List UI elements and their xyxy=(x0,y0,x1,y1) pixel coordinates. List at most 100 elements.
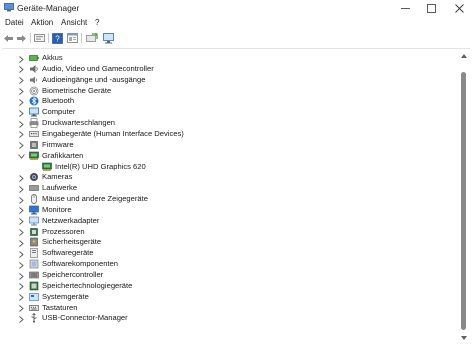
chevron-down-icon[interactable] xyxy=(17,153,25,161)
tree-item[interactable]: Kameras xyxy=(2,172,457,183)
chevron-right-icon[interactable] xyxy=(17,196,25,204)
speaker-icon xyxy=(29,64,39,74)
maximize-icon xyxy=(426,3,436,13)
chevron-right-icon[interactable] xyxy=(17,185,25,193)
chevron-right-icon[interactable] xyxy=(17,174,25,182)
tree-item-label: Druckwarteschlangen xyxy=(42,118,116,128)
chevron-right-icon[interactable] xyxy=(17,131,25,139)
tree-item[interactable]: Audioeingänge und -ausgänge xyxy=(2,75,457,86)
update-driver-button[interactable] xyxy=(85,32,98,44)
forward-icon xyxy=(17,34,26,42)
scan-hardware-button[interactable] xyxy=(103,32,116,44)
tree-item-label: Audio, Video und Gamecontroller xyxy=(42,63,154,73)
tree-item-label: Kameras xyxy=(42,172,73,182)
chevron-right-icon[interactable] xyxy=(17,250,25,258)
tree-item[interactable]: Tastaturen xyxy=(2,303,457,314)
tree-item-label: Sicherheitsgeräte xyxy=(42,237,102,247)
chevron-right-icon[interactable] xyxy=(17,305,25,313)
tree-item[interactable]: Eingabegeräte (Human Interface Devices) xyxy=(2,129,457,140)
chevron-right-icon[interactable] xyxy=(17,261,25,269)
chevron-right-icon[interactable] xyxy=(17,109,25,117)
chevron-right-icon[interactable] xyxy=(17,98,25,106)
forward-button[interactable] xyxy=(15,32,28,44)
chevron-right-icon[interactable] xyxy=(17,77,25,85)
tree-item[interactable]: Laufwerke xyxy=(2,183,457,194)
menu-bar: Datei Aktion Ansicht ? xyxy=(0,16,474,30)
scan-hardware-icon xyxy=(103,32,114,43)
tree-item-label: Speichertechnologiegeräte xyxy=(42,280,133,290)
security-icon xyxy=(29,237,39,247)
chevron-up-icon xyxy=(460,54,467,58)
scroll-thumb[interactable] xyxy=(461,72,466,330)
tree-item-child[interactable]: Intel(R) UHD Graphics 620 xyxy=(2,162,457,173)
tree-item[interactable]: Softwaregeräte xyxy=(2,248,457,259)
tree-item-label: Firmware xyxy=(42,139,74,149)
tree-item[interactable]: Systemgeräte xyxy=(2,292,457,303)
bluetooth-icon xyxy=(29,96,39,106)
tree-item-label: USB-Connector-Manager xyxy=(42,313,128,323)
chevron-right-icon[interactable] xyxy=(17,142,25,150)
software-device-icon xyxy=(29,248,39,259)
chevron-right-icon[interactable] xyxy=(17,55,25,63)
scroll-up-button[interactable] xyxy=(459,52,468,60)
chevron-right-icon[interactable] xyxy=(17,88,25,96)
menu-datei[interactable]: Datei xyxy=(5,18,24,27)
tree-item[interactable]: USB-Connector-Manager xyxy=(2,313,457,324)
menu-ansicht[interactable]: Ansicht xyxy=(61,18,87,27)
show-hidden-button[interactable] xyxy=(33,32,46,44)
tree-item[interactable]: Softwarekomponenten xyxy=(2,259,457,270)
chevron-right-icon[interactable] xyxy=(17,218,25,226)
tree-item[interactable]: Monitore xyxy=(2,205,457,216)
tree-item[interactable]: Akkus xyxy=(2,53,457,64)
tree-item[interactable]: Sicherheitsgeräte xyxy=(2,237,457,248)
menu-help[interactable]: ? xyxy=(95,18,99,27)
tree-item-label: Prozessoren xyxy=(42,226,85,236)
properties-button[interactable] xyxy=(66,32,79,44)
minimize-button[interactable] xyxy=(392,0,418,16)
menu-aktion[interactable]: Aktion xyxy=(31,18,53,27)
tree-item[interactable]: Speichertechnologiegeräte xyxy=(2,281,457,292)
device-tree[interactable]: Akkus Audio, Video und Gamecontroller Audi… xyxy=(2,48,470,344)
printer-icon xyxy=(29,118,39,128)
tree-item-label: Netzwerkadapter xyxy=(42,215,100,225)
tree-item[interactable]: Mäuse und andere Zeigegeräte xyxy=(2,194,457,205)
help-button[interactable]: ? xyxy=(51,32,64,44)
chevron-right-icon[interactable] xyxy=(17,120,25,128)
vertical-scrollbar[interactable] xyxy=(459,52,468,342)
tree-item[interactable]: Firmware xyxy=(2,140,457,151)
minimize-icon xyxy=(400,7,410,9)
chevron-right-icon[interactable] xyxy=(17,272,25,280)
tree-item[interactable]: Speichercontroller xyxy=(2,270,457,281)
maximize-button[interactable] xyxy=(418,0,444,16)
tree-item[interactable]: Biometrische Geräte xyxy=(2,86,457,97)
close-icon xyxy=(454,3,464,13)
svg-text:?: ? xyxy=(55,34,60,43)
hid-icon xyxy=(29,129,39,139)
tree-item[interactable]: Netzwerkadapter xyxy=(2,216,457,227)
toolbar: ? xyxy=(0,30,474,46)
properties-icon xyxy=(67,33,78,43)
tree-item[interactable]: Audio, Video und Gamecontroller xyxy=(2,64,457,75)
tree-item[interactable]: Bluetooth xyxy=(2,96,457,107)
usb-icon xyxy=(29,313,39,323)
close-button[interactable] xyxy=(446,0,472,16)
chevron-right-icon[interactable] xyxy=(17,229,25,237)
chevron-right-icon[interactable] xyxy=(17,283,25,291)
firmware-icon xyxy=(29,140,39,150)
chevron-right-icon[interactable] xyxy=(17,294,25,302)
tree-item-label: Tastaturen xyxy=(42,302,78,312)
tree-item[interactable]: Prozessoren xyxy=(2,227,457,238)
tree-item[interactable]: Computer xyxy=(2,107,457,118)
chevron-right-icon[interactable] xyxy=(17,207,25,215)
tree-item-label: Audioeingänge und -ausgänge xyxy=(42,74,146,84)
chevron-right-icon[interactable] xyxy=(17,315,25,323)
chevron-right-icon[interactable] xyxy=(17,66,25,74)
tree-item[interactable]: Druckwarteschlangen xyxy=(2,118,457,129)
fingerprint-icon xyxy=(29,86,39,96)
scroll-down-button[interactable] xyxy=(459,334,468,342)
back-button[interactable] xyxy=(2,32,15,44)
tree-item[interactable]: Grafikkarten xyxy=(2,151,457,162)
tree-item-label: Speichercontroller xyxy=(42,270,104,279)
camera-icon xyxy=(29,172,39,182)
chevron-right-icon[interactable] xyxy=(17,239,25,247)
